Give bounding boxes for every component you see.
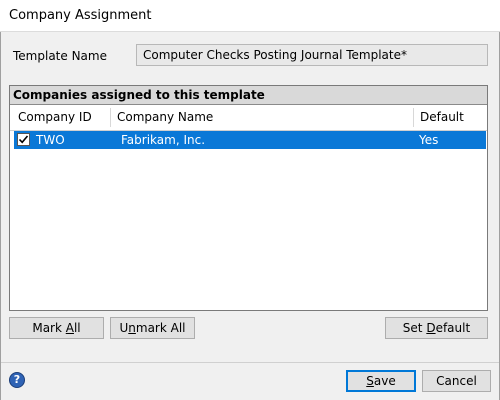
mnemonic: n xyxy=(128,321,136,335)
window-title: Company Assignment xyxy=(9,8,152,23)
help-icon[interactable]: ? xyxy=(9,372,25,388)
checkmark-icon xyxy=(18,135,29,144)
title-bar: Company Assignment xyxy=(0,0,500,32)
table-row[interactable]: TWO Fabrikam, Inc. Yes xyxy=(14,131,486,149)
default-cell: Yes xyxy=(419,133,439,147)
column-header-default[interactable]: Default xyxy=(414,105,484,130)
button-label: mark All xyxy=(135,321,186,335)
template-name-field: Computer Checks Posting Journal Template… xyxy=(136,44,488,66)
button-label: ave xyxy=(373,374,396,388)
companies-group: Companies assigned to this template Comp… xyxy=(9,85,488,311)
window-border-left xyxy=(0,32,1,400)
unmark-all-button[interactable]: Unmark All xyxy=(110,317,195,339)
button-label: Cancel xyxy=(436,374,477,388)
mnemonic: S xyxy=(366,374,374,388)
column-header-company-name[interactable]: Company Name xyxy=(111,105,413,130)
set-default-button[interactable]: Set Default xyxy=(385,317,488,339)
footer-divider xyxy=(1,362,499,363)
company-name-cell: Fabrikam, Inc. xyxy=(121,133,206,147)
cancel-button[interactable]: Cancel xyxy=(422,370,491,392)
company-id-cell: TWO xyxy=(36,133,65,147)
template-name-label: Template Name xyxy=(13,49,107,63)
button-label: Mark xyxy=(32,321,66,335)
button-label: efault xyxy=(435,321,471,335)
button-label: U xyxy=(119,321,129,335)
mnemonic: D xyxy=(426,321,436,335)
save-button[interactable]: Save xyxy=(346,370,416,392)
grid-header: Company ID Company Name Default xyxy=(10,105,487,131)
button-label: Set xyxy=(402,321,427,335)
companies-group-header: Companies assigned to this template xyxy=(10,86,487,105)
row-checkbox[interactable] xyxy=(17,133,30,146)
mnemonic: A xyxy=(65,321,74,335)
mark-all-button[interactable]: Mark All xyxy=(9,317,104,339)
column-header-company-id[interactable]: Company ID xyxy=(12,105,110,130)
button-label: ll xyxy=(73,321,81,335)
